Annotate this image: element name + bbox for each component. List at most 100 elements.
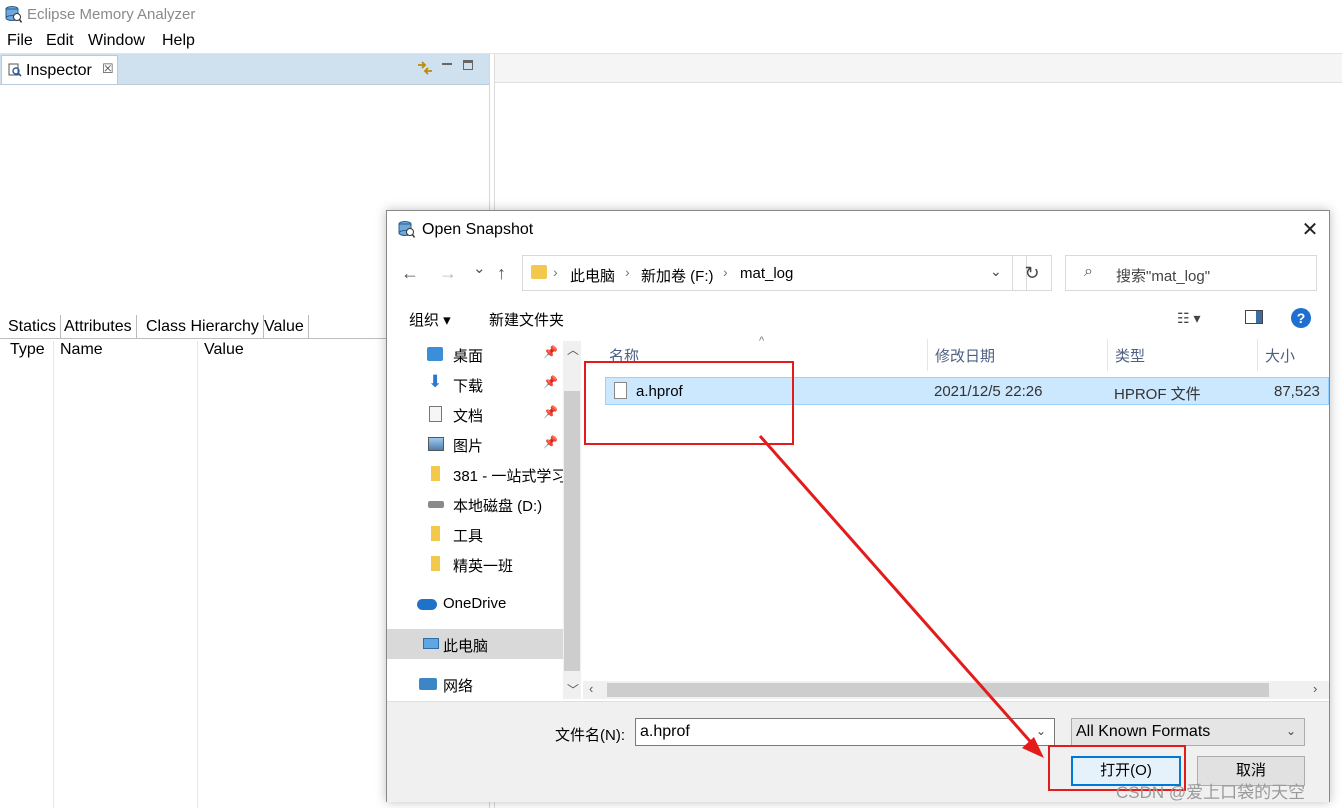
nav-item-desktop[interactable]: 桌面 📌 — [387, 339, 563, 369]
nav-scrollbar-thumb[interactable] — [564, 391, 580, 671]
file-modified: 2021/12/5 22:26 — [934, 383, 1043, 400]
folder-icon — [531, 265, 547, 279]
nav-item-onedrive[interactable]: OneDrive — [387, 589, 563, 619]
horizontal-scrollbar[interactable]: ‹ › — [583, 681, 1329, 699]
nav-item-label: 精英一班 — [453, 558, 514, 575]
chevron-left-icon[interactable]: ‹ — [589, 681, 593, 696]
menu-window[interactable]: Window — [88, 32, 145, 50]
column-divider — [53, 341, 54, 808]
nav-item-label: 381 - 一站式学习 — [453, 468, 563, 485]
chevron-right-icon: › — [723, 264, 728, 280]
nav-item-label: 此电脑 — [443, 638, 489, 655]
column-value[interactable]: Value — [204, 341, 244, 359]
drive-icon — [428, 501, 444, 508]
menu-edit[interactable]: Edit — [46, 32, 74, 50]
filename-label: 文件名(N): — [555, 727, 625, 744]
chevron-down-icon[interactable]: ⌄ — [1036, 724, 1046, 738]
chevron-down-icon[interactable]: ﹀ — [567, 681, 579, 698]
document-icon — [429, 406, 442, 422]
nav-item-this-pc[interactable]: 此电脑 — [387, 629, 563, 659]
folder-icon — [431, 556, 440, 571]
tab-value[interactable]: Value — [260, 315, 309, 339]
nav-item-label: 网络 — [443, 678, 474, 695]
nav-item-label: 图片 — [453, 438, 484, 455]
search-placeholder: 搜索"mat_log" — [1116, 268, 1211, 285]
nav-item-label: 文档 — [453, 408, 484, 425]
nav-item-label: 工具 — [453, 528, 484, 545]
nav-item-label: 桌面 — [453, 348, 484, 365]
maximize-icon[interactable] — [463, 60, 473, 70]
nav-item-documents[interactable]: 文档 📌 — [387, 399, 563, 429]
link-with-editor-icon[interactable] — [416, 60, 434, 76]
up-arrow-icon[interactable]: ↑ — [497, 263, 506, 284]
search-box[interactable]: ⌕ 搜索"mat_log" — [1065, 255, 1317, 291]
column-divider — [927, 339, 928, 371]
forward-arrow-icon[interactable]: → — [439, 263, 457, 284]
highlight-box-file — [584, 361, 794, 445]
close-icon[interactable]: ☒ — [102, 61, 114, 77]
nav-item-pictures[interactable]: 图片 📌 — [387, 429, 563, 459]
back-arrow-icon[interactable]: ← — [401, 263, 419, 284]
chevron-down-icon[interactable]: ⌄ — [990, 263, 1002, 280]
filename-value: a.hprof — [640, 723, 690, 740]
breadcrumb-this-pc[interactable]: 此电脑 — [570, 265, 615, 286]
refresh-icon[interactable]: ↻ — [1012, 255, 1052, 291]
dialog-title: Open Snapshot — [422, 221, 534, 238]
nav-item-drive-d[interactable]: 本地磁盘 (D:) — [387, 489, 563, 519]
desktop-icon — [427, 347, 443, 361]
tab-class-hierarchy[interactable]: Class Hierarchy — [142, 315, 264, 339]
title-bar: Eclipse Memory Analyzer — [0, 0, 1342, 30]
pin-icon: 📌 — [543, 345, 558, 359]
navigation-pane: 桌面 📌 ⬇ 下载 📌 文档 📌 图片 📌 381 - 一站式学习 本地磁盘 (… — [387, 339, 563, 699]
pin-icon: 📌 — [543, 375, 558, 389]
new-folder-button[interactable]: 新建文件夹 — [489, 309, 564, 330]
breadcrumb-mat-log[interactable]: mat_log — [740, 265, 793, 282]
file-format-value: All Known Formats — [1076, 723, 1211, 740]
nav-item-tools[interactable]: 工具 — [387, 519, 563, 549]
tab-attributes[interactable]: Attributes — [60, 315, 137, 339]
column-type[interactable]: Type — [10, 341, 45, 359]
pictures-icon — [428, 437, 444, 451]
nav-item-elite-class[interactable]: 精英一班 — [387, 549, 563, 579]
column-divider — [197, 341, 198, 808]
column-name[interactable]: Name — [60, 341, 103, 359]
menu-help[interactable]: Help — [162, 32, 195, 50]
inspector-tab[interactable]: Inspector ☒ — [1, 55, 118, 84]
filename-input[interactable]: a.hprof ⌄ — [635, 718, 1055, 746]
chevron-right-icon: › — [625, 264, 630, 280]
chevron-up-icon[interactable]: ︿ — [567, 341, 579, 358]
chevron-right-icon: › — [553, 264, 558, 280]
breadcrumb-drive[interactable]: 新加卷 (F:) — [641, 265, 714, 286]
nav-item-network[interactable]: 网络 — [387, 669, 563, 699]
column-size[interactable]: 大小 — [1265, 345, 1295, 366]
download-icon: ⬇ — [428, 372, 443, 391]
help-icon[interactable]: ? — [1291, 308, 1311, 328]
address-bar[interactable]: › 此电脑 › 新加卷 (F:) › mat_log ⌄ — [522, 255, 1027, 291]
column-type[interactable]: 类型 — [1115, 345, 1145, 366]
minimize-icon[interactable] — [441, 58, 453, 70]
tab-statics[interactable]: Statics — [4, 315, 62, 339]
menu-bar: File Edit Window Help — [0, 30, 1342, 54]
nav-item-folder-381[interactable]: 381 - 一站式学习 — [387, 459, 563, 489]
horizontal-scrollbar-thumb[interactable] — [607, 683, 1269, 697]
chevron-right-icon[interactable]: › — [1313, 681, 1317, 696]
file-format-select[interactable]: All Known Formats ⌄ — [1071, 718, 1305, 746]
window-title: Eclipse Memory Analyzer — [27, 6, 196, 23]
open-snapshot-dialog: Open Snapshot ✕ ← → ⌄ ↑ › 此电脑 › 新加卷 (F:)… — [386, 210, 1330, 802]
nav-item-label: OneDrive — [443, 595, 507, 612]
inspector-tab-label: Inspector — [26, 62, 92, 79]
menu-file[interactable]: File — [7, 32, 33, 50]
nav-item-label: 本地磁盘 (D:) — [453, 498, 543, 515]
folder-icon — [431, 466, 440, 481]
preview-pane-icon[interactable] — [1245, 310, 1263, 324]
sort-ascending-icon: ^ — [759, 335, 765, 347]
nav-item-downloads[interactable]: ⬇ 下载 📌 — [387, 369, 563, 399]
organize-button[interactable]: 组织 ▾ — [409, 309, 451, 330]
search-icon: ⌕ — [1084, 263, 1093, 280]
column-modified[interactable]: 修改日期 — [935, 345, 995, 366]
recent-locations-icon[interactable]: ⌄ — [473, 259, 486, 277]
folder-icon — [431, 526, 440, 541]
view-options-icon[interactable]: ☷ ▾ — [1177, 310, 1200, 327]
close-icon[interactable]: ✕ — [1299, 217, 1321, 242]
watermark: CSDN @爱上口袋的天空 — [1116, 783, 1306, 802]
